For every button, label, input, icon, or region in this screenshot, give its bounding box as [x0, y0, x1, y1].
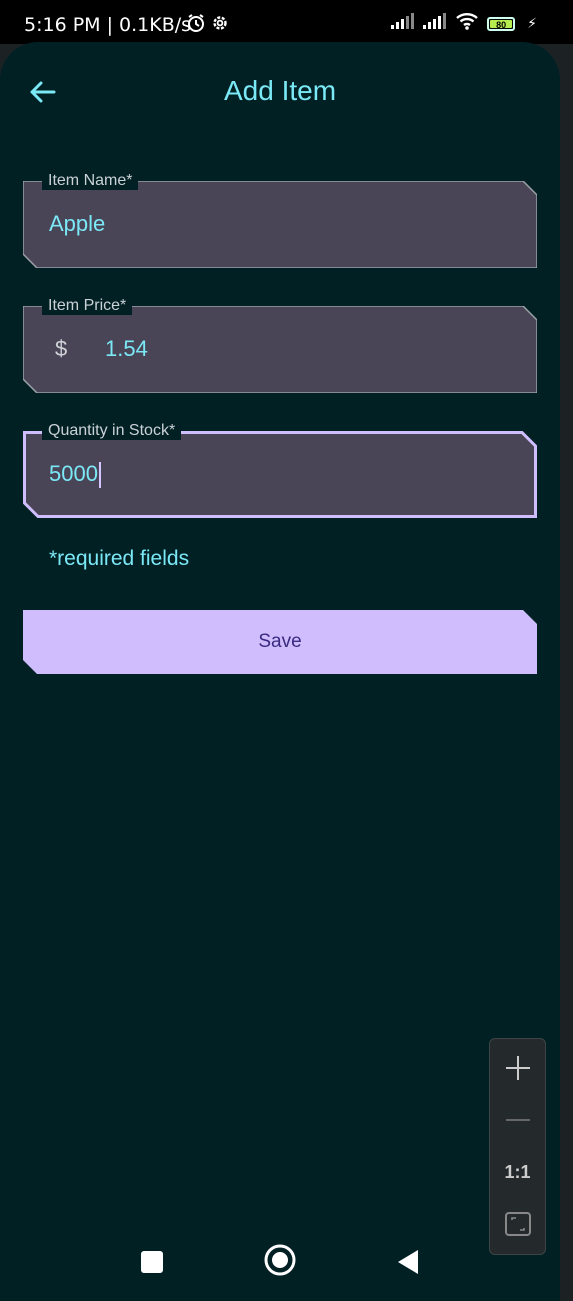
- zoom-out-button[interactable]: [490, 1095, 545, 1145]
- save-button[interactable]: Save: [23, 610, 537, 674]
- item-price-field[interactable]: Item Price* $ 1.54: [23, 297, 537, 393]
- item-name-value: Apple: [49, 211, 106, 236]
- zoom-out-icon: [505, 1119, 530, 1121]
- signal-icon: [423, 13, 447, 34]
- currency-prefix: $: [55, 336, 68, 361]
- zoom-in-button[interactable]: [490, 1043, 545, 1093]
- item-price-label: Item Price*: [42, 297, 133, 315]
- settings-gear-icon: [210, 13, 230, 38]
- status-right-icons: 80 ⚡: [391, 12, 537, 35]
- app-screen: Add Item Item Name* Apple Item Price* $ …: [0, 42, 560, 1301]
- battery-icon: 80: [487, 16, 516, 31]
- item-name-field[interactable]: Item Name* Apple: [23, 172, 537, 268]
- item-price-value: 1.54: [105, 336, 148, 361]
- home-button[interactable]: [260, 1240, 300, 1280]
- required-fields-note: *required fields: [49, 547, 190, 570]
- recents-square-icon: [141, 1251, 163, 1273]
- item-price-field-frame: [23, 306, 537, 393]
- back-nav-button[interactable]: [388, 1242, 428, 1282]
- signal-icon: [391, 13, 415, 34]
- back-triangle-icon: [398, 1250, 418, 1274]
- save-button-label: Save: [258, 631, 302, 652]
- status-bar: 5:16 PM | 0.1KB/s 80 ⚡: [0, 0, 573, 44]
- quantity-label: Quantity in Stock*: [42, 422, 182, 440]
- status-time: 5:16 PM | 0.1KB/s: [24, 14, 192, 36]
- recents-button[interactable]: [132, 1242, 172, 1282]
- item-name-label: Item Name*: [42, 172, 139, 190]
- quantity-field[interactable]: Quantity in Stock* 5000: [23, 422, 537, 518]
- alarm-icon: [186, 13, 206, 38]
- wifi-icon: [455, 12, 479, 35]
- text-caret: [98, 462, 101, 489]
- actual-size-button[interactable]: 1:1: [490, 1147, 545, 1197]
- home-circle-icon: [264, 1244, 296, 1276]
- status-left-icons: [186, 13, 230, 38]
- page-title: Add Item: [223, 75, 337, 106]
- navigation-bar: [0, 1220, 560, 1301]
- quantity-value: 5000: [49, 461, 98, 486]
- app-bar: Add Item: [0, 42, 560, 142]
- charging-icon: ⚡: [527, 15, 537, 31]
- zoom-in-icon: [505, 1056, 530, 1080]
- battery-level: 80: [490, 19, 513, 30]
